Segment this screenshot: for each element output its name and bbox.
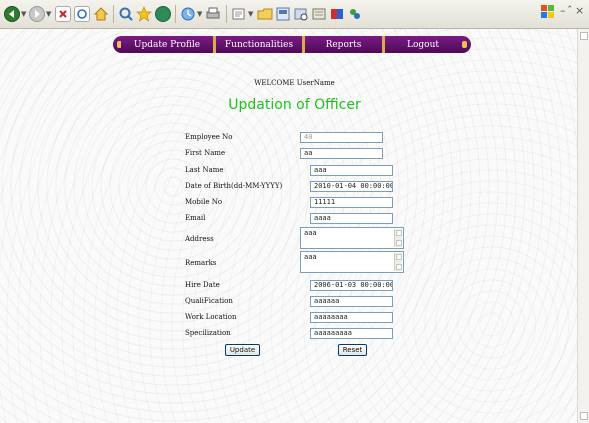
mobile-field[interactable]: 11111	[310, 197, 393, 208]
history-dropdown-icon[interactable]: ▼	[197, 10, 202, 18]
remarks-label: Remarks	[185, 259, 217, 267]
qualification-label: QualiFication	[185, 297, 233, 305]
first-name-label: First Name	[185, 149, 226, 157]
work-location-label: Work Location	[185, 313, 237, 321]
update-button[interactable]: Update	[225, 344, 260, 356]
mobile-label: Mobile No	[185, 198, 223, 206]
email-field[interactable]: aaaa	[310, 213, 393, 224]
forward-dropdown-icon[interactable]: ▼	[46, 10, 51, 18]
messenger-icon[interactable]	[275, 6, 291, 22]
forward-icon[interactable]	[29, 6, 45, 22]
reset-button[interactable]: Reset	[338, 344, 367, 356]
media-icon[interactable]	[155, 6, 171, 22]
print-icon[interactable]	[205, 6, 221, 22]
windows-logo-icon	[540, 4, 556, 20]
stop-icon[interactable]	[55, 6, 71, 22]
messenger2-icon[interactable]	[347, 6, 363, 22]
page-title: Updation of Officer	[228, 97, 361, 113]
search-icon[interactable]	[118, 6, 134, 22]
scroll-up-icon[interactable]	[580, 32, 588, 40]
edit-icon[interactable]	[231, 6, 247, 22]
translate-icon[interactable]	[329, 6, 345, 22]
hire-date-label: Hire Date	[185, 281, 220, 289]
dob-label: Date of Birth(dd-MM-YYYY)	[185, 182, 283, 190]
scroll-down-icon[interactable]	[580, 412, 588, 420]
work-location-field[interactable]: aaaaaaaa	[310, 312, 393, 323]
email-label: Email	[185, 214, 206, 222]
main-nav: Update Profile Functionalities Reports L…	[121, 36, 461, 53]
hire-date-field[interactable]: 2006-01-03 00:00:00.0	[310, 280, 393, 291]
employee-no-label: Employee No	[185, 133, 233, 141]
back-dropdown-icon[interactable]: ▼	[21, 10, 26, 18]
close-icon[interactable]: ×	[575, 4, 584, 17]
nav-functionalities[interactable]: Functionalities	[213, 36, 302, 53]
minimize-icon[interactable]: –	[560, 4, 566, 17]
research-icon[interactable]	[293, 6, 309, 22]
nav-reports[interactable]: Reports	[302, 36, 382, 53]
nav-logout[interactable]: Logout	[382, 36, 461, 53]
address-textarea[interactable]: aaa	[300, 227, 404, 249]
employee-no-field: 40	[300, 132, 383, 143]
home-icon[interactable]	[93, 6, 109, 22]
address-value: aaa	[304, 229, 317, 237]
back-icon[interactable]	[4, 6, 20, 22]
remarks-scrollbar[interactable]	[394, 253, 402, 271]
restore-icon[interactable]: ˆ	[567, 4, 573, 17]
specialization-field[interactable]: aaaaaaaaa	[310, 328, 393, 339]
qualification-field[interactable]: aaaaaa	[310, 296, 393, 307]
dob-field[interactable]: 2010-01-04 00:00:00.0	[310, 181, 393, 192]
specialization-label: Specilization	[185, 329, 231, 337]
last-name-label: Last Name	[185, 166, 224, 174]
edit-dropdown-icon[interactable]: ▼	[248, 10, 253, 18]
address-label: Address	[185, 235, 214, 243]
history-icon[interactable]	[180, 6, 196, 22]
remarks-textarea[interactable]: aaa	[300, 251, 404, 273]
favorites-icon[interactable]	[136, 6, 152, 22]
nav-update-profile[interactable]: Update Profile	[121, 36, 213, 53]
address-scrollbar[interactable]	[394, 229, 402, 247]
welcome-text: WELCOME UserName	[254, 79, 335, 87]
browser-toolbar: ▼ ▼ ▼ ▼ – ˆ ×	[0, 0, 589, 29]
refresh-icon[interactable]	[74, 6, 90, 22]
first-name-field[interactable]: aa	[300, 148, 383, 159]
folder-icon[interactable]	[257, 6, 273, 22]
page-scrollbar[interactable]	[577, 29, 589, 423]
last-name-field[interactable]: aaa	[310, 165, 393, 176]
remarks-value: aaa	[304, 253, 317, 261]
page-content	[0, 29, 578, 423]
bookmark-icon[interactable]	[311, 6, 327, 22]
